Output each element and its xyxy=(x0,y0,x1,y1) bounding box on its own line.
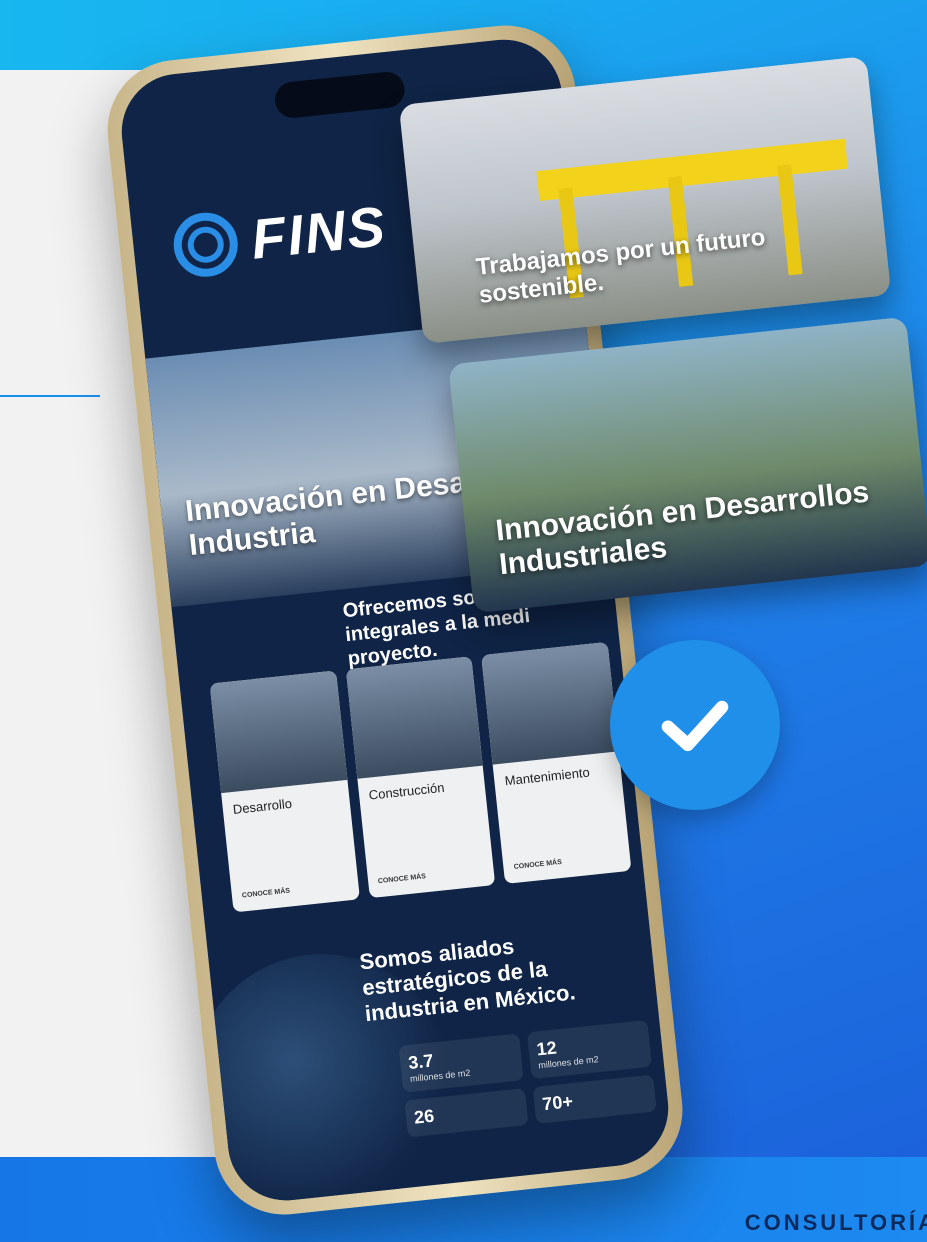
sustainability-panel: Trabajamos por un futuro sostenible. xyxy=(398,56,892,344)
divider-line xyxy=(0,395,100,397)
card-desarrollo[interactable]: Desarrollo CONOCE MÁS xyxy=(209,670,360,913)
verified-check-badge xyxy=(610,640,780,810)
card-image xyxy=(481,641,619,765)
card-more-link[interactable]: CONOCE MÁS xyxy=(513,859,562,871)
innovation-panel: Innovación en Desarrollos Industriales xyxy=(448,316,927,614)
card-image xyxy=(345,656,484,779)
stat-value: 26 xyxy=(413,1105,436,1128)
allies-heading: Somos aliados estratégicos de la industr… xyxy=(358,933,577,1027)
card-more-link[interactable]: CONOCE MÁS xyxy=(378,873,427,885)
card-image xyxy=(209,670,348,794)
logo-text: FINS xyxy=(248,193,390,271)
card-more-link[interactable]: CONOCE MÁS xyxy=(242,887,291,899)
card-construccion[interactable]: Construcción CONOCE MÁS xyxy=(345,656,496,899)
card-title: Desarrollo xyxy=(232,795,293,817)
yellow-canopy xyxy=(536,138,848,202)
fins-logo: FINS xyxy=(170,193,390,280)
card-mantenimiento[interactable]: Mantenimiento CONOCE MÁS xyxy=(481,641,632,884)
stat-value: 70+ xyxy=(541,1091,574,1115)
service-cards: Desarrollo CONOCE MÁS Construcción CONOC… xyxy=(209,641,632,913)
stat-item: 70+ xyxy=(532,1074,657,1124)
check-icon xyxy=(661,700,729,752)
stat-item: 26 xyxy=(404,1088,529,1138)
card-title: Mantenimiento xyxy=(503,764,591,789)
phone-notch xyxy=(273,70,407,120)
innovation-text: Innovación en Desarrollos Industriales xyxy=(494,475,871,582)
card-title: Construcción xyxy=(368,779,446,803)
footer-text: CONSULTORÍA xyxy=(744,1210,927,1235)
stat-item: 12 millones de m2 xyxy=(526,1019,653,1080)
logo-ring-icon xyxy=(170,209,241,280)
